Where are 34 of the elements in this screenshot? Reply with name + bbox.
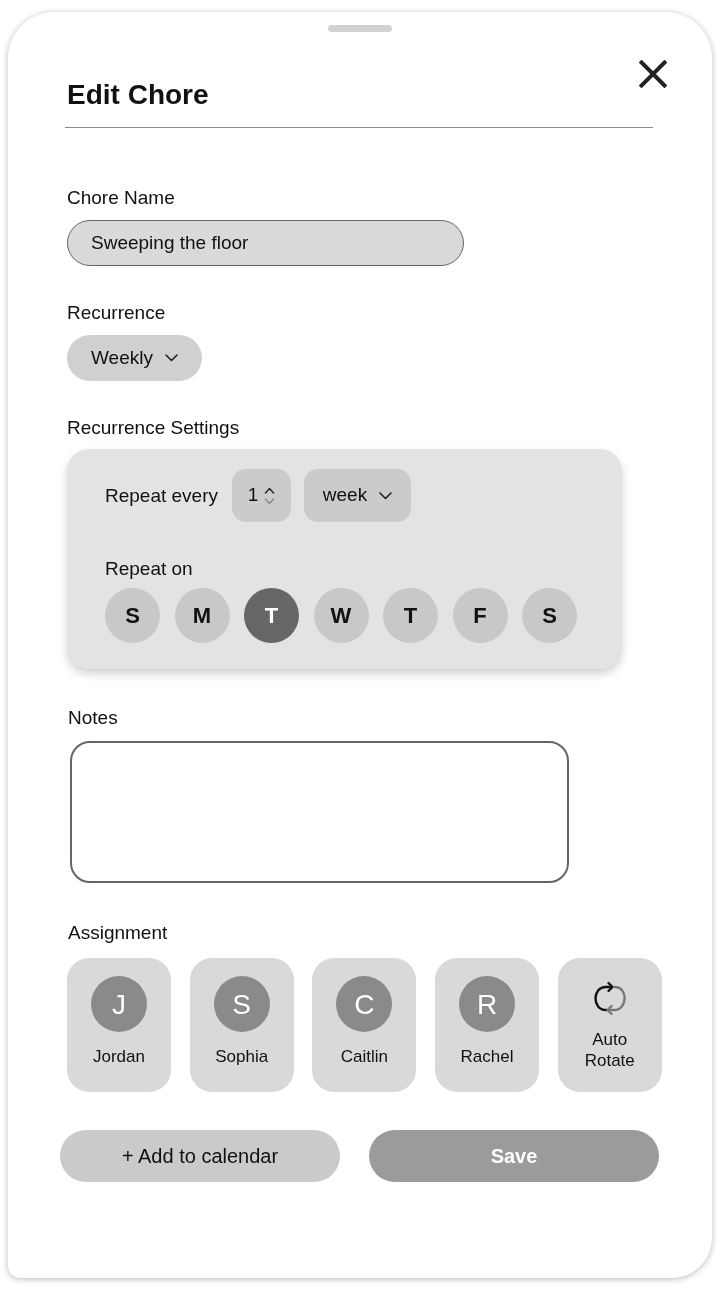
- chevron-down-icon: [164, 354, 178, 362]
- unit-dropdown[interactable]: week: [304, 469, 411, 522]
- day-toggle[interactable]: T: [383, 588, 438, 643]
- chore-name-field[interactable]: Sweeping the floor: [67, 220, 464, 266]
- notes-field[interactable]: [70, 741, 569, 883]
- field-label: Assignment: [68, 921, 168, 944]
- sheet-title: Edit Chore: [67, 79, 209, 111]
- chevron-down-icon: [379, 491, 393, 500]
- day-toggle[interactable]: S: [522, 588, 577, 643]
- field-label: Chore Name: [67, 186, 175, 209]
- assignee-option[interactable]: J Jordan: [67, 958, 171, 1092]
- avatar-initial: S: [213, 976, 270, 1032]
- field-label: Repeat on: [105, 557, 194, 580]
- field-label: Recurrence: [67, 301, 166, 324]
- assignee-option[interactable]: R Rachel: [435, 958, 540, 1092]
- field-label: Notes: [68, 706, 118, 729]
- day-toggle[interactable]: M: [174, 588, 230, 643]
- repeat-count-stepper[interactable]: 1: [232, 469, 291, 522]
- add-to-calendar-button[interactable]: + Add to calendar: [60, 1130, 340, 1182]
- day-toggle[interactable]: F: [452, 588, 508, 643]
- day-toggle[interactable]: S: [105, 588, 160, 643]
- field-label: Repeat every: [105, 484, 218, 507]
- day-toggle[interactable]: T: [244, 588, 299, 643]
- day-toggle[interactable]: W: [313, 588, 369, 643]
- avatar-initial: C: [336, 976, 393, 1032]
- assignee-option[interactable]: Auto Rotate: [557, 958, 662, 1092]
- recurrence-dropdown[interactable]: Weekly: [67, 335, 202, 381]
- assignee-option[interactable]: C Caitlin: [312, 958, 417, 1092]
- avatar-initial: J: [91, 976, 147, 1032]
- assignee-option[interactable]: S Sophia: [189, 958, 294, 1092]
- close-icon[interactable]: [639, 60, 667, 88]
- field-label: Recurrence Settings: [67, 416, 240, 439]
- drag-handle[interactable]: [328, 25, 392, 32]
- avatar-initial: R: [459, 976, 516, 1032]
